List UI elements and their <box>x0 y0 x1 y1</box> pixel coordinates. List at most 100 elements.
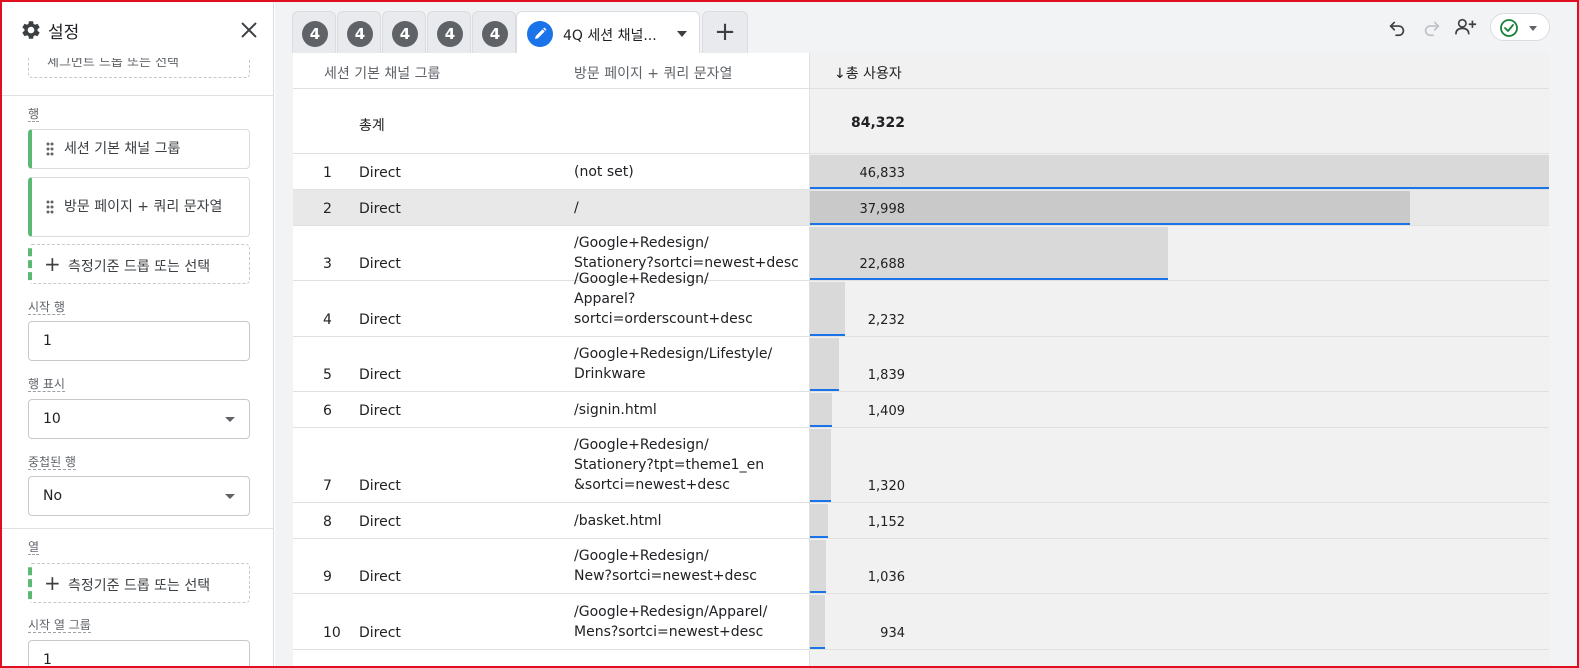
show-rows-select[interactable]: 10 <box>28 399 250 439</box>
row-landing-page: /Google+Redesign/Stationery?sortci=newes… <box>574 235 799 271</box>
start-row-input[interactable]: 1 <box>28 321 250 361</box>
row-landing-page: /signin.html <box>574 402 657 418</box>
status-dropdown[interactable] <box>1490 13 1550 41</box>
totals-value: 84,322 <box>850 115 905 131</box>
row-channel: Direct <box>359 403 401 419</box>
rows-section-label: 행 <box>28 107 40 122</box>
row-index: 5 <box>323 367 332 383</box>
tab-2[interactable]: 4 <box>337 11 381 53</box>
value-bar <box>810 540 826 593</box>
totals-row: 총계 84,322 <box>293 89 1549 154</box>
row-index: 6 <box>323 403 332 419</box>
row-channel: Direct <box>359 478 401 494</box>
chevron-down-icon[interactable] <box>677 31 687 37</box>
tab-number-badge: 4 <box>437 21 463 47</box>
table-row[interactable]: 2 Direct / 37,998 <box>293 190 1549 226</box>
settings-header: 설정 <box>2 2 273 58</box>
table-row[interactable]: 10 Direct/Google+Redesign/Apparel/Mens?so… <box>293 594 1549 650</box>
add-dimension-label: 측정기준 드롭 또는 선택 <box>68 259 211 275</box>
row-chip-channel-group[interactable]: 세션 기본 채널 그룹 <box>28 129 250 169</box>
row-channel: Direct <box>359 514 401 530</box>
table-row[interactable]: 9 Direct/Google+Redesign/New?sortci=newes… <box>293 539 1549 594</box>
row-total-users: 1,320 <box>867 479 905 494</box>
row-total-users: 2,232 <box>867 313 905 328</box>
table-row[interactable]: 8 Direct/basket.html 1,152 <box>293 503 1549 539</box>
start-col-group-input[interactable]: 1 <box>28 640 250 666</box>
row-total-users: 46,833 <box>859 166 906 181</box>
add-column-dimension-zone[interactable]: + 측정기준 드롭 또는 선택 <box>28 563 250 603</box>
row-total-users: 1,036 <box>867 570 905 585</box>
tab-active-label: 4Q 세션 채널... <box>563 28 657 44</box>
add-row-dimension-zone[interactable]: + 측정기준 드롭 또는 선택 <box>28 244 250 284</box>
value-bar <box>810 155 1549 189</box>
tab-1[interactable]: 4 <box>292 11 336 53</box>
row-channel: Direct <box>359 569 401 585</box>
tab-number-badge: 4 <box>392 21 418 47</box>
row-chip-label: 세션 기본 채널 그룹 <box>64 141 181 157</box>
nested-rows-label: 중첩된 행 <box>28 455 76 470</box>
row-total-users: 1,839 <box>867 368 905 383</box>
header-channel-group[interactable]: 세션 기본 채널 그룹 <box>324 63 440 83</box>
row-landing-page: /Google+Redesign/Lifestyle/Drinkware <box>574 346 773 382</box>
free-form-table: 세션 기본 채널 그룹 방문 페이지 + 쿼리 문자열 ↓총 사용자 총계 84… <box>293 53 1549 666</box>
exploration-canvas: 4 4 4 4 4 4Q 세션 채널... + 세션 기본 채널 그룹 방문 페… <box>275 2 1577 666</box>
plus-icon: + <box>44 252 61 276</box>
row-landing-page: /Google+Redesign/Apparel/Mens?sortci=new… <box>574 604 768 640</box>
tab-number-badge: 4 <box>482 21 508 47</box>
start-col-group-label: 시작 열 그룹 <box>28 618 91 633</box>
row-landing-page: /Google+Redesign/Apparel?sortci=ordersco… <box>574 271 753 327</box>
totals-label: 총계 <box>359 118 385 134</box>
check-circle-icon <box>1500 19 1518 37</box>
add-tab-button[interactable]: + <box>702 11 748 53</box>
row-landing-page: /Google+Redesign/Stationery?tpt=theme1_e… <box>574 437 765 493</box>
tab-3[interactable]: 4 <box>382 11 426 53</box>
table-row[interactable]: 4 Direct/Google+Redesign/Apparel?sortci=o… <box>293 271 1549 337</box>
header-landing-page[interactable]: 방문 페이지 + 쿼리 문자열 <box>574 63 732 83</box>
row-chip-landing-page[interactable]: 방문 페이지 + 쿼리 문자열 <box>28 177 250 237</box>
tab-4[interactable]: 4 <box>427 11 471 53</box>
table-row[interactable]: 5 Direct/Google+Redesign/Lifestyle/Drinkw… <box>293 337 1549 392</box>
close-icon[interactable] <box>238 19 260 41</box>
row-channel: Direct <box>359 201 401 217</box>
row-landing-page: (not set) <box>574 164 634 180</box>
undo-icon[interactable] <box>1386 16 1408 38</box>
tab-active[interactable]: 4Q 세션 채널... <box>516 11 700 53</box>
row-landing-page: /basket.html <box>574 513 662 529</box>
gear-icon <box>22 21 40 39</box>
table-row[interactable]: 1 Direct (not set) 46,833 <box>293 154 1549 190</box>
start-col-group-value: 1 <box>43 652 52 666</box>
nested-rows-value: No <box>43 488 63 504</box>
section-divider <box>2 95 273 96</box>
tab-5[interactable]: 4 <box>472 11 516 53</box>
row-landing-page: /Google+Redesign/New?sortci=newest+desc <box>574 548 757 584</box>
pencil-icon <box>527 21 553 47</box>
table-row[interactable]: 7 Direct/Google+Redesign/Stationery?tpt=t… <box>293 428 1549 503</box>
redo-icon[interactable] <box>1421 16 1443 38</box>
row-index: 3 <box>323 256 332 272</box>
row-index: 2 <box>323 201 332 217</box>
row-index: 1 <box>323 165 332 181</box>
table-row[interactable]: 3 Direct/Google+Redesign/Stationery?sortc… <box>293 226 1549 281</box>
table-row[interactable]: 6 Direct/signin.html 1,409 <box>293 392 1549 428</box>
plus-icon: + <box>44 571 61 595</box>
panel-title: 설정 <box>48 23 80 43</box>
nested-rows-select[interactable]: No <box>28 476 250 516</box>
row-total-users: 1,409 <box>867 404 905 419</box>
header-total-users[interactable]: ↓총 사용자 <box>834 63 902 83</box>
start-row-label: 시작 행 <box>28 300 65 315</box>
share-user-icon[interactable] <box>1453 16 1479 38</box>
row-total-users: 1,152 <box>867 515 905 530</box>
row-total-users: 37,998 <box>859 202 906 217</box>
row-total-users: 22,688 <box>859 257 906 272</box>
tab-number-badge: 4 <box>347 21 373 47</box>
row-total-users: 934 <box>880 626 905 641</box>
section-divider <box>2 528 273 529</box>
drag-handle-icon[interactable] <box>46 142 54 156</box>
tab-number-badge: 4 <box>302 21 328 47</box>
show-rows-value: 10 <box>43 411 61 427</box>
row-landing-page: / <box>574 200 579 216</box>
row-index: 9 <box>323 569 332 585</box>
show-rows-label: 행 표시 <box>28 377 65 392</box>
drag-handle-icon[interactable] <box>46 200 54 214</box>
chevron-down-icon <box>225 417 235 422</box>
